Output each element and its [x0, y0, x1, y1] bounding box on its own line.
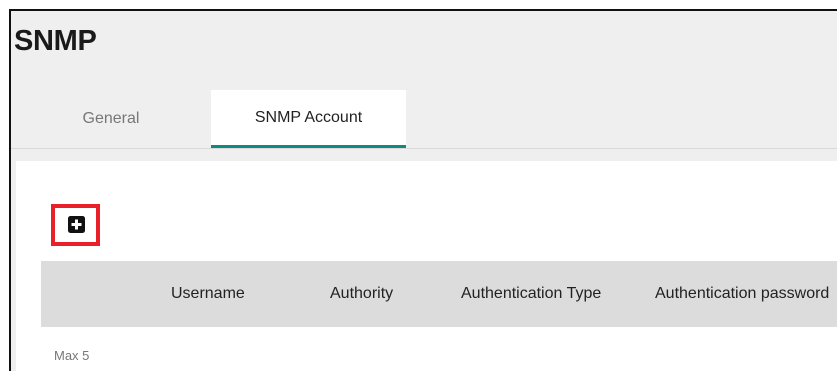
tab-divider [11, 148, 837, 149]
snmp-account-panel: Username Authority Authentication Type A… [16, 161, 837, 371]
table-header: Username Authority Authentication Type A… [41, 261, 837, 327]
column-header-username[interactable]: Username [171, 261, 245, 327]
column-header-authentication-type[interactable]: Authentication Type [461, 261, 601, 327]
tab-snmp-account[interactable]: SNMP Account [211, 90, 406, 148]
column-header-authority[interactable]: Authority [330, 261, 393, 327]
max-accounts-note: Max 5 [54, 348, 90, 363]
page-title: SNMP [14, 25, 97, 57]
column-header-authentication-password[interactable]: Authentication password [655, 261, 829, 327]
add-square-icon[interactable] [68, 216, 85, 233]
snmp-window: SNMP General SNMP Account Username Autho… [9, 9, 837, 371]
tab-general[interactable]: General [11, 90, 211, 148]
